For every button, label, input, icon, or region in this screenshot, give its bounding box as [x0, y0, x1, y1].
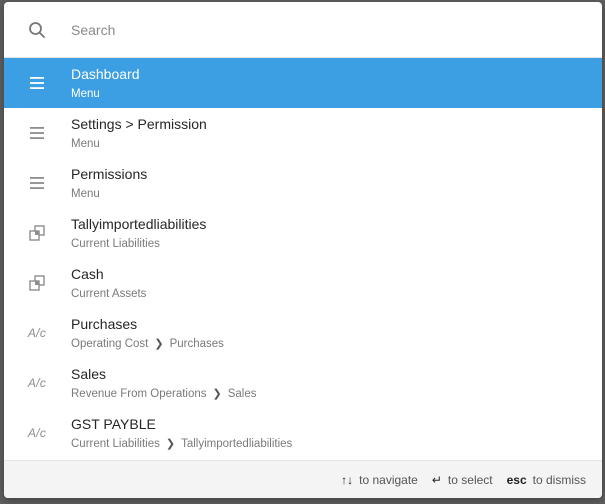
chevron-right-icon: ❯: [212, 387, 222, 400]
esc-key: esc: [506, 472, 527, 487]
results-list: Dashboard Menu Settings > Permission Menu Pe…: [4, 58, 602, 458]
result-title: GST PAYBLE: [71, 415, 156, 432]
dismiss-hint: esc to dismiss: [507, 473, 586, 487]
search-bar: [4, 2, 602, 58]
result-text: Tallyimportedliabilities Current Liabilit…: [71, 215, 206, 252]
result-title: Sales: [71, 365, 107, 382]
result-title: Settings > Permission: [71, 115, 207, 132]
path-segment: Menu: [71, 137, 100, 150]
account-icon: A/c: [4, 376, 70, 390]
menu-icon: [4, 176, 70, 190]
path-segment: Menu: [71, 187, 100, 200]
result-item[interactable]: Cash Current Assets: [4, 258, 602, 308]
result-text: Permissions Menu: [71, 165, 147, 202]
path-segment: Purchases: [169, 337, 224, 350]
path-segment: Current Liabilities: [71, 237, 160, 250]
search-icon: [4, 21, 70, 39]
result-title: Cash: [71, 265, 104, 282]
result-path: Current Liabilities ❯ Tallyimportedliabili…: [71, 436, 292, 452]
dismiss-label: to dismiss: [532, 472, 586, 487]
group-icon: [4, 274, 70, 292]
command-palette: DashboardMenuSettings > PermissionMenuPe…: [4, 2, 602, 498]
search-input[interactable]: [71, 21, 602, 38]
chevron-right-icon: ❯: [154, 337, 164, 350]
result-text: Dashboard Menu: [71, 65, 140, 102]
result-text: Settings > Permission Menu: [71, 115, 207, 152]
result-path: Menu: [71, 136, 207, 152]
result-text: Sales Revenue From Operations ❯ Sales: [71, 365, 257, 402]
account-icon-label: A/c: [27, 326, 47, 340]
select-hint: ↵ to select: [432, 473, 493, 487]
path-segment: Current Liabilities: [71, 437, 160, 450]
path-segment: Revenue From Operations: [71, 387, 207, 400]
result-title: Purchases: [71, 315, 138, 332]
navigate-label: to navigate: [359, 472, 418, 487]
arrows-key: ↑↓: [341, 472, 354, 487]
result-item[interactable]: A/c GST PAYBLE Current Liabilities ❯ Tallyim…: [4, 408, 602, 458]
result-path: Operating Cost ❯ Purchases: [71, 336, 224, 352]
result-item[interactable]: A/c Sales Revenue From Operations ❯ Sales: [4, 358, 602, 408]
result-item[interactable]: Permissions Menu: [4, 158, 602, 208]
select-label: to select: [447, 472, 493, 487]
result-item[interactable]: Settings > Permission Menu: [4, 108, 602, 158]
result-item[interactable]: Tallyimportedliabilities Current Liabilit…: [4, 208, 602, 258]
account-icon: A/c: [4, 326, 70, 340]
result-title: Permissions: [71, 165, 148, 182]
result-path: Current Liabilities: [71, 236, 206, 252]
navigate-hint: ↑↓ to navigate: [341, 473, 418, 487]
result-path: Menu: [71, 186, 147, 202]
menu-icon: [4, 126, 70, 140]
menu-icon: [4, 76, 70, 90]
path-segment: Menu: [71, 87, 100, 100]
result-item[interactable]: A/c Purchases Operating Cost ❯ Purchases: [4, 308, 602, 358]
account-icon-label: A/c: [27, 376, 47, 390]
enter-key: ↵: [431, 472, 442, 487]
account-icon: A/c: [4, 426, 70, 440]
result-path: Current Assets: [71, 286, 146, 302]
result-path: Revenue From Operations ❯ Sales: [71, 386, 257, 402]
chevron-right-icon: ❯: [165, 437, 176, 450]
path-segment: Operating Cost: [71, 337, 149, 350]
result-text: Cash Current Assets: [71, 265, 146, 302]
keyboard-hints: ↑↓ to navigate ↵ to select esc to dismis…: [4, 460, 602, 498]
result-text: Purchases Operating Cost ❯ Purchases: [71, 315, 224, 352]
result-text: GST PAYBLE Current Liabilities ❯ Tallyimpor…: [71, 415, 292, 452]
path-segment: Tallyimportedliabilities: [181, 437, 293, 450]
account-icon-label: A/c: [27, 426, 47, 440]
result-item[interactable]: Dashboard Menu: [4, 58, 602, 108]
result-title: Dashboard: [71, 65, 140, 82]
path-segment: Sales: [227, 387, 257, 400]
group-icon: [4, 224, 70, 242]
path-segment: Current Assets: [71, 287, 147, 300]
result-path: Menu: [71, 86, 140, 102]
result-title: Tallyimportedliabilities: [71, 215, 207, 232]
